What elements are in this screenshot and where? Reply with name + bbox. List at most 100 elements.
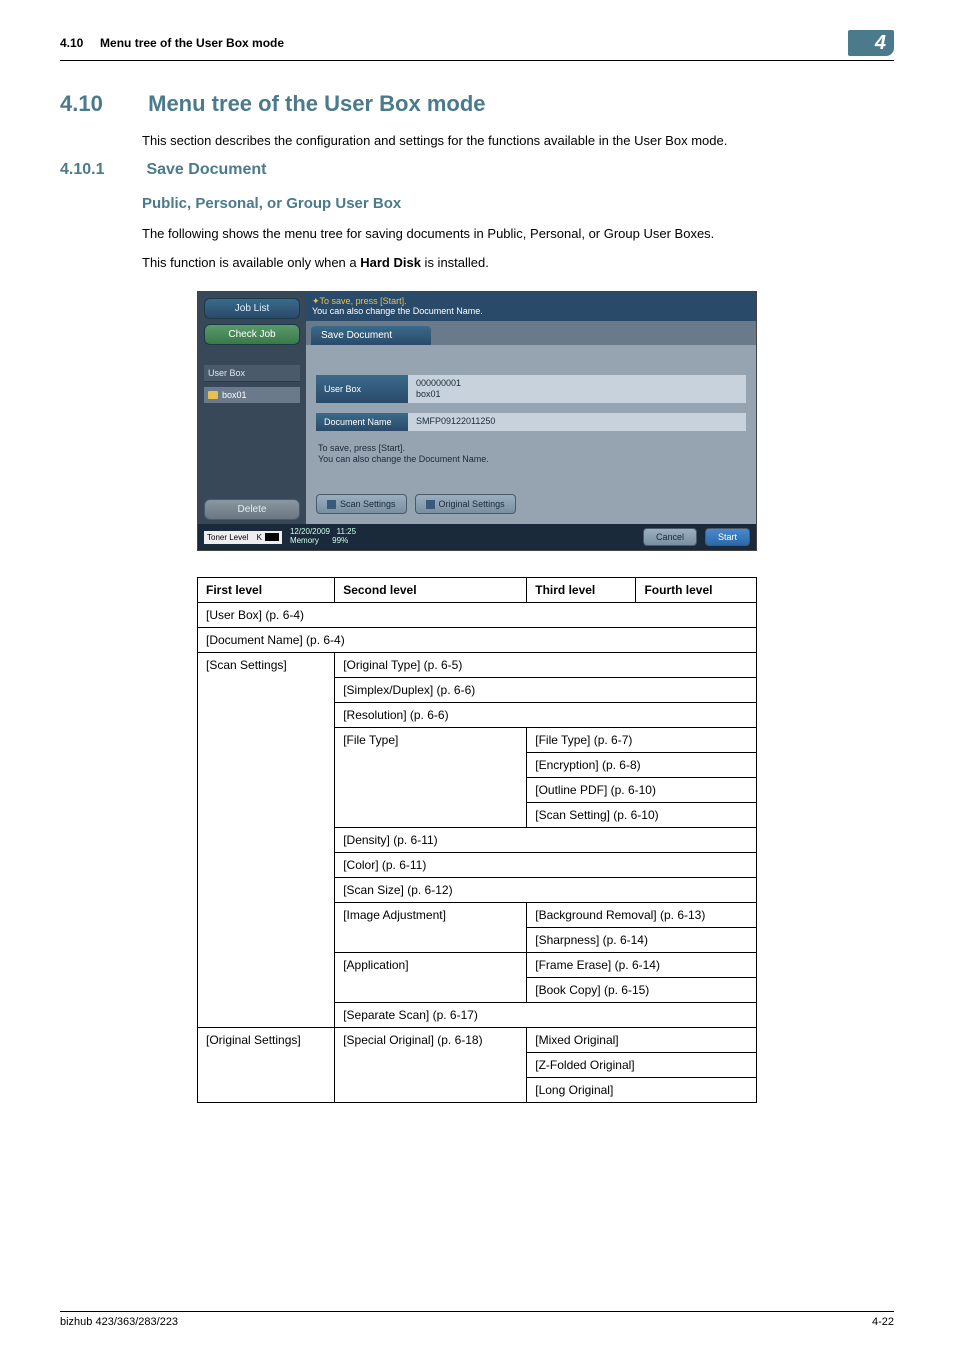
userbox-row-value: 000000001 box01: [408, 375, 746, 403]
section-number: 4.10: [60, 91, 142, 117]
scan-icon: [327, 500, 336, 509]
folder-icon: [208, 391, 218, 399]
chapter-number: 4: [875, 32, 886, 55]
col-second-level: Second level: [335, 578, 527, 603]
paragraph-1: The following shows the menu tree for sa…: [142, 224, 894, 244]
para2-c: is installed.: [421, 255, 489, 270]
screenshot-sidebar: Job List Check Job User Box box01 Delete: [198, 292, 306, 525]
cell-file-type: [File Type]: [335, 728, 527, 828]
cell-frame-erase: [Frame Erase] (p. 6-14): [527, 953, 757, 978]
memory-pct: 99%: [332, 536, 348, 545]
time-text: 11:25: [337, 527, 356, 536]
check-job-button[interactable]: Check Job: [204, 324, 300, 345]
col-first-level: First level: [198, 578, 335, 603]
datetime-block: 12/20/2009 11:25 Memory 99%: [290, 528, 356, 546]
cell-application: [Application]: [335, 953, 527, 1003]
section-intro: This section describes the configuration…: [142, 131, 894, 151]
original-icon: [426, 500, 435, 509]
cell-color: [Color] (p. 6-11): [335, 853, 757, 878]
cell-simplex-duplex: [Simplex/Duplex] (p. 6-6): [335, 678, 757, 703]
cancel-button[interactable]: Cancel: [643, 528, 697, 546]
original-settings-label: Original Settings: [439, 499, 505, 509]
docname-row-label[interactable]: Document Name: [316, 413, 408, 431]
paragraph-2: This function is available only when a H…: [142, 253, 894, 273]
chapter-badge: 4: [848, 30, 894, 56]
cell-book-copy: [Book Copy] (p. 6-15): [527, 978, 757, 1003]
sidebar-box-name: box01: [222, 390, 247, 400]
save-document-tab[interactable]: Save Document: [311, 326, 431, 345]
userbox-number: 000000001: [416, 378, 738, 389]
screenshot-footer: Toner Level K 12/20/2009 11:25 Memory 99…: [198, 524, 756, 550]
header-left: 4.10 Menu tree of the User Box mode: [60, 36, 284, 50]
toner-bar-icon: [265, 533, 279, 541]
sidebar-userbox-label: User Box: [204, 365, 300, 382]
menu-tree-table: First level Second level Third level Fou…: [197, 577, 757, 1103]
cell-scan-setting: [Scan Setting] (p. 6-10): [527, 803, 757, 828]
cell-long-original: [Long Original]: [527, 1078, 757, 1103]
note-line2: You can also change the Document Name.: [318, 454, 489, 464]
cell-image-adjustment: [Image Adjustment]: [335, 903, 527, 953]
hint-bar: ✦To save, press [Start]. You can also ch…: [306, 292, 756, 322]
cell-scan-settings: [Scan Settings]: [198, 653, 335, 1028]
original-settings-button[interactable]: Original Settings: [415, 494, 516, 514]
table-header-row: First level Second level Third level Fou…: [198, 578, 757, 603]
cell-scan-size: [Scan Size] (p. 6-12): [335, 878, 757, 903]
cell-sharpness: [Sharpness] (p. 6-14): [527, 928, 757, 953]
docname-row-value: SMFP09122011250: [408, 413, 746, 431]
toner-label: Toner Level: [207, 533, 248, 542]
col-third-level: Third level: [527, 578, 636, 603]
table-row: [Original Settings] [Special Original] (…: [198, 1028, 757, 1053]
page-header: 4.10 Menu tree of the User Box mode 4: [60, 30, 894, 61]
footer-model: bizhub 423/363/283/223: [60, 1316, 178, 1328]
para2-a: This function is available only when a: [142, 255, 360, 270]
page-footer: bizhub 423/363/283/223 4-22: [60, 1311, 894, 1328]
screenshot-main: ✦To save, press [Start]. You can also ch…: [306, 292, 756, 525]
col-fourth-level: Fourth level: [636, 578, 757, 603]
sidebar-box-item[interactable]: box01: [204, 387, 300, 403]
cell-file-type-3: [File Type] (p. 6-7): [527, 728, 757, 753]
sub-heading: Public, Personal, or Group User Box: [142, 195, 894, 212]
delete-button[interactable]: Delete: [204, 499, 300, 520]
cell-bg-removal: [Background Removal] (p. 6-13): [527, 903, 757, 928]
section-title: 4.10 Menu tree of the User Box mode: [60, 91, 894, 117]
cell-encryption: [Encryption] (p. 6-8): [527, 753, 757, 778]
cell-original-type: [Original Type] (p. 6-5): [335, 653, 757, 678]
userbox-row-label[interactable]: User Box: [316, 375, 408, 403]
hint-line1: To save, press [Start].: [320, 296, 407, 306]
cell-density: [Density] (p. 6-11): [335, 828, 757, 853]
cell-separate-scan: [Separate Scan] (p. 6-17): [335, 1003, 757, 1028]
cell-user-box: [User Box] (p. 6-4): [198, 603, 757, 628]
section-text: Menu tree of the User Box mode: [148, 91, 485, 116]
screenshot-body: User Box 000000001 box01 Document Name S…: [306, 345, 756, 524]
memory-label: Memory: [290, 536, 319, 545]
header-section-label: Menu tree of the User Box mode: [100, 36, 284, 50]
subsection-text: Save Document: [146, 161, 266, 178]
start-button[interactable]: Start: [705, 528, 750, 546]
cell-original-settings: [Original Settings]: [198, 1028, 335, 1103]
device-screenshot: Job List Check Job User Box box01 Delete…: [197, 291, 757, 552]
userbox-row: User Box 000000001 box01: [316, 375, 746, 403]
toner-k: K: [257, 533, 262, 542]
date-text: 12/20/2009: [290, 527, 330, 536]
para2-b: Hard Disk: [360, 255, 421, 270]
cell-mixed-original: [Mixed Original]: [527, 1028, 757, 1053]
cell-zfolded-original: [Z-Folded Original]: [527, 1053, 757, 1078]
userbox-name: box01: [416, 389, 738, 400]
toner-level: Toner Level K: [204, 531, 282, 544]
subsection-number: 4.10.1: [60, 161, 142, 179]
table-row: [Scan Settings] [Original Type] (p. 6-5): [198, 653, 757, 678]
table-row: [User Box] (p. 6-4): [198, 603, 757, 628]
cell-resolution: [Resolution] (p. 6-6): [335, 703, 757, 728]
body-note: To save, press [Start]. You can also cha…: [316, 441, 746, 468]
hint-line2: You can also change the Document Name.: [312, 306, 750, 317]
note-line1: To save, press [Start].: [318, 443, 405, 453]
cell-outline-pdf: [Outline PDF] (p. 6-10): [527, 778, 757, 803]
scan-settings-button[interactable]: Scan Settings: [316, 494, 407, 514]
header-section-ref: 4.10: [60, 36, 83, 50]
job-list-button[interactable]: Job List: [204, 298, 300, 319]
footer-page-number: 4-22: [872, 1316, 894, 1328]
scan-settings-label: Scan Settings: [340, 499, 396, 509]
docname-row: Document Name SMFP09122011250: [316, 413, 746, 431]
table-row: [Document Name] (p. 6-4): [198, 628, 757, 653]
cell-special-original: [Special Original] (p. 6-18): [335, 1028, 527, 1103]
